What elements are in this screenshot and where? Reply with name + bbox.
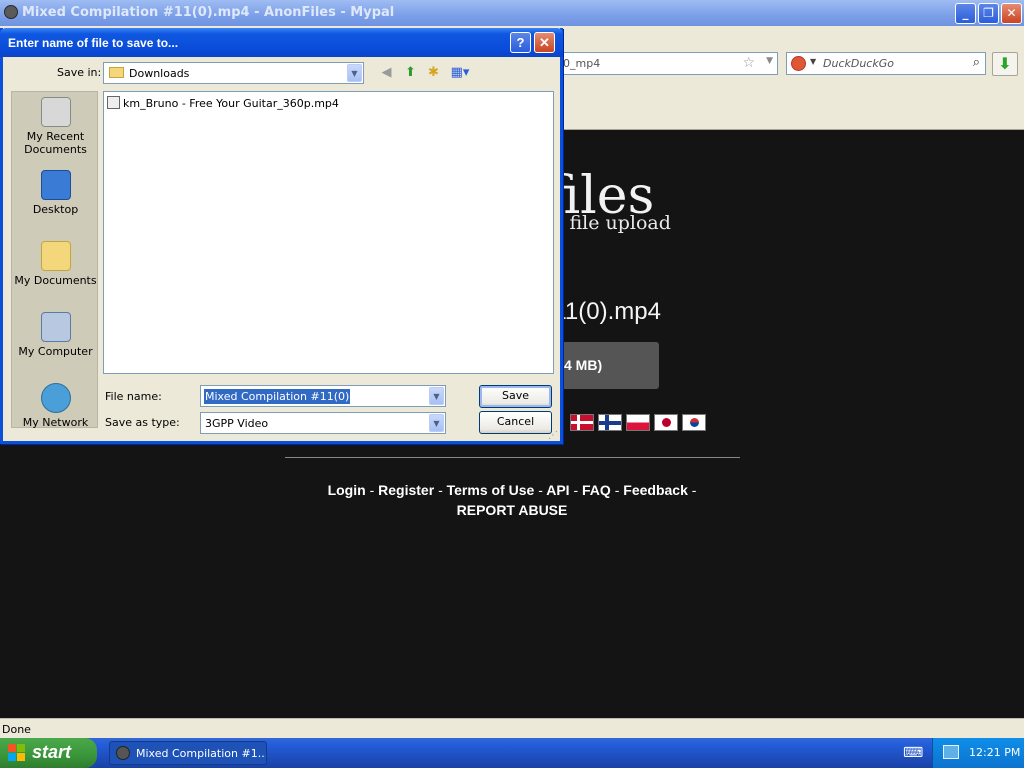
system-tray: 12:21 PM <box>932 738 1024 768</box>
chevron-down-icon[interactable]: ▼ <box>429 387 444 405</box>
save-in-label: Save in: <box>57 66 102 79</box>
feedback-link[interactable]: Feedback <box>623 482 688 498</box>
duckduckgo-icon[interactable] <box>791 56 806 71</box>
place-my-documents[interactable]: My Documents <box>12 241 99 287</box>
flag-poland-icon[interactable] <box>626 414 650 431</box>
url-text: 0_mp4 <box>563 57 601 70</box>
save-in-combo[interactable]: Downloads ▼ <box>103 62 364 84</box>
flag-denmark-icon[interactable] <box>570 414 594 431</box>
status-text: Done <box>2 723 31 736</box>
url-bar[interactable]: 0_mp4 ☆ ▼ <box>540 52 778 75</box>
keyboard-icon[interactable]: ⌨ <box>903 745 923 761</box>
place-my-computer[interactable]: My Computer <box>12 312 99 358</box>
url-history-dropdown-icon[interactable]: ▼ <box>766 56 773 66</box>
new-folder-icon[interactable]: ✱ <box>425 65 442 82</box>
restore-button[interactable]: ❐ <box>978 3 999 24</box>
bookmark-star-icon[interactable]: ☆ <box>742 55 755 71</box>
api-link[interactable]: API <box>546 482 569 498</box>
place-my-recent-documents[interactable]: My Recent Documents <box>12 97 99 156</box>
place-label: My Computer <box>18 345 93 358</box>
save-as-type-value: 3GPP Video <box>205 417 269 430</box>
back-icon[interactable]: ◀ <box>378 65 395 82</box>
view-menu-icon[interactable]: ▦▾ <box>449 65 471 82</box>
video-file-icon <box>107 96 120 109</box>
browser-title-bar: Mixed Compilation #11(0).mp4 - AnonFiles… <box>0 0 1024 26</box>
up-folder-icon[interactable]: ⬆ <box>402 65 419 82</box>
login-link[interactable]: Login <box>328 482 366 498</box>
mypal-app-icon <box>116 746 130 760</box>
place-desktop[interactable]: Desktop <box>12 170 99 216</box>
place-label: My Documents <box>14 274 97 287</box>
report-abuse-link[interactable]: REPORT ABUSE <box>457 502 568 518</box>
places-bar: My Recent Documents Desktop My Documents… <box>11 91 99 429</box>
place-label: My Network <box>22 416 89 429</box>
dialog-title-bar: Enter name of file to save to... ? ✕ <box>0 28 563 57</box>
minimize-button[interactable]: _ <box>955 3 976 24</box>
link-separator: - <box>369 482 375 498</box>
file-name-label: File name: <box>105 390 162 403</box>
taskbar-window-label: Mixed Compilation #1... <box>136 747 267 760</box>
browser-window-title: Mixed Compilation #11(0).mp4 - AnonFiles… <box>22 5 395 20</box>
place-my-network[interactable]: My Network <box>12 383 99 429</box>
file-name: km_Bruno - Free Your Guitar_360p.mp4 <box>123 97 339 110</box>
mypal-app-icon <box>4 5 18 19</box>
list-item[interactable]: km_Bruno - Free Your Guitar_360p.mp4 <box>107 96 339 110</box>
desktop-icon <box>40 170 71 200</box>
save-file-dialog: Enter name of file to save to... ? ✕ Sav… <box>0 28 563 444</box>
flag-finland-icon[interactable] <box>598 414 622 431</box>
save-in-value: Downloads <box>129 67 190 80</box>
link-separator: - <box>438 482 443 498</box>
link-separator: - <box>691 482 697 498</box>
link-separator: - <box>614 482 620 498</box>
file-list[interactable]: km_Bruno - Free Your Guitar_360p.mp4 <box>103 91 554 374</box>
clock[interactable]: 12:21 PM <box>969 746 1020 759</box>
search-engine-dropdown-icon[interactable]: ▼ <box>810 57 816 66</box>
link-separator: - <box>538 482 543 498</box>
taskbar-window-button[interactable]: Mixed Compilation #1... <box>109 741 267 765</box>
register-link[interactable]: Register <box>378 482 434 498</box>
terms-link[interactable]: Terms of Use <box>447 482 535 498</box>
place-label: My Recent Documents <box>24 130 87 156</box>
cancel-button[interactable]: Cancel <box>479 411 552 434</box>
my-documents-icon <box>40 241 71 271</box>
start-button[interactable]: start <box>0 738 97 768</box>
taskbar: start Mixed Compilation #1... ⌨ 12:21 PM <box>0 738 1024 768</box>
downloads-button[interactable]: ⬇ <box>992 52 1018 76</box>
dialog-title: Enter name of file to save to... <box>8 36 179 50</box>
faq-link[interactable]: FAQ <box>582 482 611 498</box>
status-bar: Done <box>0 718 1024 738</box>
my-computer-icon <box>40 312 71 342</box>
help-button[interactable]: ? <box>510 32 531 53</box>
link-separator: - <box>573 482 579 498</box>
download-arrow-icon: ⬇ <box>998 54 1012 73</box>
search-bar[interactable]: ▼ DuckDuckGo ⌕ <box>786 52 986 75</box>
save-as-type-select[interactable]: 3GPP Video ▼ <box>200 412 446 434</box>
close-window-button[interactable]: ✕ <box>1001 3 1022 24</box>
save-as-type-label: Save as type: <box>105 416 180 429</box>
flag-south-korea-icon[interactable] <box>682 414 706 431</box>
start-label: start <box>32 742 72 762</box>
chevron-down-icon[interactable]: ▼ <box>429 414 444 432</box>
flag-japan-icon[interactable] <box>654 414 678 431</box>
footer-links: Login - Register - Terms of Use - API - … <box>262 480 762 520</box>
network-tray-icon[interactable] <box>943 745 959 759</box>
save-button[interactable]: Save <box>479 385 552 408</box>
windows-logo-icon <box>8 744 26 762</box>
chevron-down-icon[interactable]: ▼ <box>347 64 362 82</box>
my-network-icon <box>40 383 71 413</box>
dialog-close-button[interactable]: ✕ <box>534 32 555 53</box>
page-divider <box>285 457 740 458</box>
search-placeholder: DuckDuckGo <box>823 57 894 70</box>
folder-icon <box>109 67 124 78</box>
file-name-field[interactable]: Mixed Compilation #11(0) ▼ <box>200 385 446 407</box>
resize-grip-icon[interactable]: ⋰ <box>548 430 558 441</box>
place-label: Desktop <box>32 203 79 216</box>
file-name-value[interactable]: Mixed Compilation #11(0) <box>204 389 351 404</box>
recent-documents-icon <box>40 97 71 127</box>
search-icon[interactable]: ⌕ <box>973 55 980 70</box>
